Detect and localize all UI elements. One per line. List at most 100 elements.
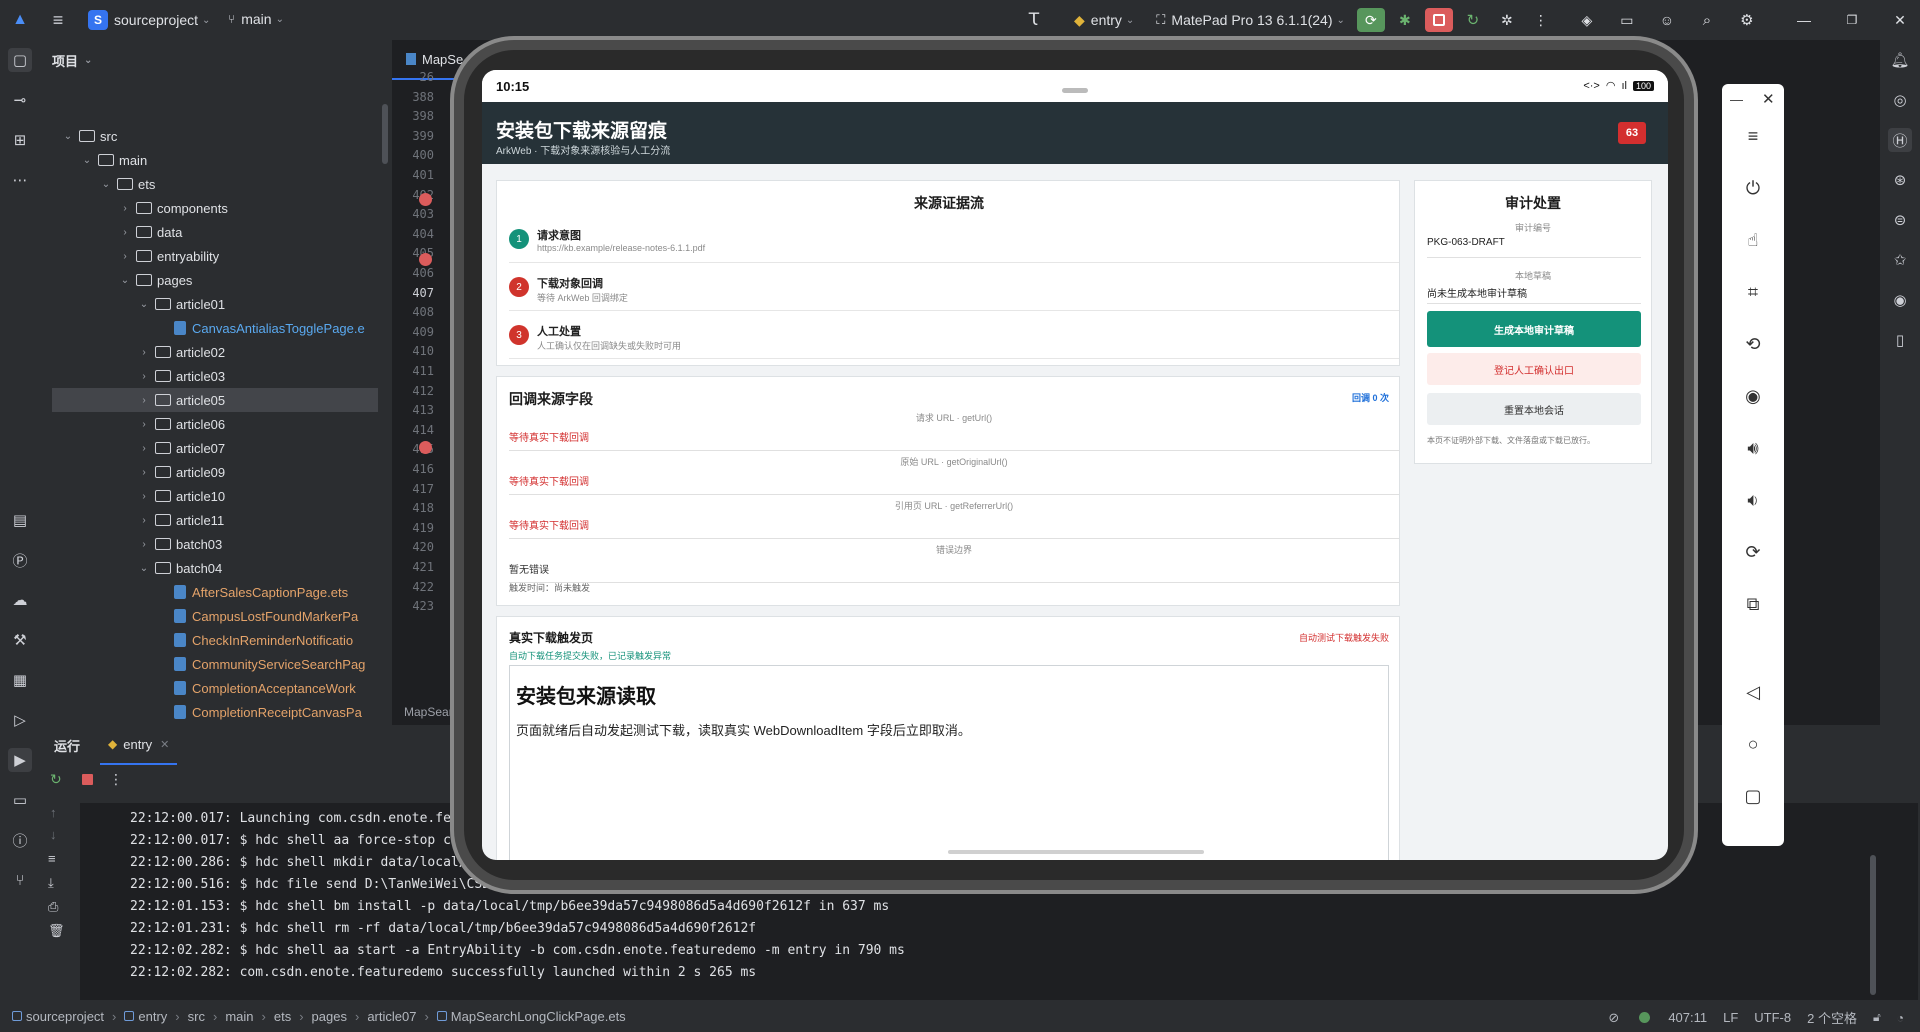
ai-assist-icon[interactable]: ◈ bbox=[1573, 8, 1601, 32]
breakpoint-icon[interactable] bbox=[419, 193, 432, 206]
tree-folder[interactable]: › article05 bbox=[52, 388, 378, 412]
run-config-selector[interactable]: ◆ entry ⌄ bbox=[1074, 12, 1134, 29]
tree-folder[interactable]: › article11 bbox=[52, 508, 378, 532]
tree-file[interactable]: CheckInReminderNotificatio bbox=[52, 628, 378, 652]
run-panel-icon[interactable]: ▶ bbox=[8, 748, 32, 772]
chevron-right-icon[interactable]: › bbox=[137, 467, 151, 478]
ai-icon[interactable]: ◎ bbox=[1888, 88, 1912, 112]
clear-trash-icon[interactable]: 🗑︎ bbox=[48, 923, 65, 939]
breadcrumb-item[interactable]: pages bbox=[312, 1009, 347, 1024]
device-manager-icon[interactable]: ▭ bbox=[1613, 8, 1641, 32]
database-icon[interactable]: ▤ bbox=[8, 508, 32, 532]
line-separator[interactable]: LF bbox=[1723, 1010, 1738, 1025]
chevron-right-icon[interactable]: › bbox=[137, 395, 151, 406]
debug-icon[interactable]: ✱ bbox=[1391, 8, 1419, 32]
manual-confirm-button[interactable]: 登记人工确认出口 bbox=[1427, 353, 1641, 385]
tree-file[interactable]: CanvasAntialiasTogglePage.e bbox=[52, 316, 378, 340]
tree-folder[interactable]: › article02 bbox=[52, 340, 378, 364]
git-icon[interactable]: ⑂ bbox=[8, 868, 32, 892]
tree-folder[interactable]: ⌄ pages bbox=[52, 268, 378, 292]
terminal-icon[interactable]: ▭ bbox=[8, 788, 32, 812]
settings-gear-icon[interactable]: ⚙ bbox=[1733, 8, 1761, 32]
generate-draft-button[interactable]: 生成本地审计草稿 bbox=[1427, 311, 1641, 347]
rerun-icon[interactable]: ⟳ bbox=[1356, 8, 1385, 32]
branch-selector[interactable]: ⑂ main ⌄ bbox=[228, 11, 284, 27]
record-icon[interactable]: ◉ bbox=[1741, 384, 1765, 408]
device-selector[interactable]: ⛶ MatePad Pro 13 6.1.1(24) ⌄ bbox=[1156, 12, 1345, 28]
chevron-down-icon[interactable]: ⌄ bbox=[118, 275, 132, 286]
project-folder-icon[interactable]: ▢ bbox=[8, 48, 32, 72]
device-screen[interactable]: 10:15 <·> ◠ ıl 100 安装包下载来源留痕 ArkWeb · 下载… bbox=[482, 70, 1668, 860]
profiler-icon[interactable]: ✲ bbox=[1493, 8, 1521, 32]
services-icon[interactable]: ☁ bbox=[8, 588, 32, 612]
rerun-icon[interactable]: ↻ bbox=[50, 771, 74, 788]
chevron-right-icon[interactable]: › bbox=[137, 371, 151, 382]
console-scrollbar[interactable] bbox=[1870, 855, 1876, 995]
stop-icon[interactable] bbox=[82, 774, 93, 785]
plugin-icon[interactable]: ⊛ bbox=[1888, 168, 1912, 192]
chevron-right-icon[interactable]: › bbox=[118, 203, 132, 214]
chevron-right-icon[interactable]: › bbox=[137, 539, 151, 550]
volume-up-icon[interactable]: 🔊︎ bbox=[1741, 436, 1765, 460]
tree-folder[interactable]: › article09 bbox=[52, 460, 378, 484]
apply-changes-icon[interactable]: ↻ bbox=[1459, 8, 1487, 32]
tree-file[interactable]: CommunityServiceSearchPag bbox=[52, 652, 378, 676]
breadcrumb-item[interactable]: main bbox=[225, 1009, 253, 1024]
print-icon[interactable]: ⎙ bbox=[48, 899, 58, 915]
home-indicator[interactable] bbox=[948, 850, 1204, 854]
minimize-icon[interactable]: — bbox=[1730, 92, 1743, 107]
chevron-right-icon[interactable]: › bbox=[137, 347, 151, 358]
tree-folder[interactable]: › data bbox=[52, 220, 378, 244]
indent-setting[interactable]: 2 个空格 bbox=[1807, 1008, 1857, 1027]
chevron-down-icon[interactable]: ⌄ bbox=[137, 563, 151, 574]
minimize-icon[interactable]: — bbox=[1790, 8, 1818, 32]
soft-wrap-icon[interactable]: ≡ bbox=[48, 851, 56, 866]
tree-file[interactable]: CompletionReceiptCanvasPa bbox=[52, 700, 378, 724]
tree-folder[interactable]: › article07 bbox=[52, 436, 378, 460]
back-icon[interactable]: ◁ bbox=[1741, 680, 1765, 704]
build-hammer-icon[interactable]: ⚒ bbox=[8, 628, 32, 652]
chevron-down-icon[interactable]: ⌄ bbox=[80, 155, 94, 166]
tree-folder[interactable]: › batch03 bbox=[52, 532, 378, 556]
chevron-right-icon[interactable]: › bbox=[118, 227, 132, 238]
webview[interactable]: 安装包来源读取 页面就绪后自动发起测试下载，读取真实 WebDownloadIt… bbox=[509, 665, 1389, 860]
tree-file[interactable]: CampusLostFoundMarkerPa bbox=[52, 604, 378, 628]
rotate-icon[interactable]: ⟲ bbox=[1741, 332, 1765, 356]
breadcrumb-item[interactable]: ets bbox=[274, 1009, 291, 1024]
main-menu-icon[interactable]: ≡ bbox=[46, 8, 70, 32]
search-icon[interactable]: ⌕ bbox=[1693, 8, 1721, 32]
project-panel-header[interactable]: 项目 ⌄ bbox=[40, 40, 392, 80]
project-selector[interactable]: S sourceproject ⌄ bbox=[88, 10, 210, 30]
harmony-icon[interactable]: Ⓗ bbox=[1888, 128, 1912, 152]
problems-icon[interactable]: ⓘ bbox=[8, 828, 32, 852]
chevron-right-icon[interactable]: › bbox=[118, 251, 132, 262]
chevron-right-icon[interactable]: › bbox=[137, 515, 151, 526]
commit-icon[interactable]: ⊸ bbox=[8, 88, 32, 112]
close-tab-icon[interactable]: ✕ bbox=[160, 738, 169, 751]
log-icon[interactable]: ▦ bbox=[8, 668, 32, 692]
tree-folder[interactable]: › article10 bbox=[52, 484, 378, 508]
file-encoding[interactable]: UTF-8 bbox=[1754, 1010, 1791, 1025]
chevron-right-icon[interactable]: › bbox=[137, 491, 151, 502]
account-icon[interactable]: ☺ bbox=[1653, 8, 1681, 32]
tree-folder[interactable]: › article06 bbox=[52, 412, 378, 436]
tab-entry[interactable]: ◆ entry ✕ bbox=[100, 725, 178, 765]
scroll-up-icon[interactable]: ↑ bbox=[50, 805, 57, 820]
tree-scrollbar[interactable] bbox=[382, 104, 388, 164]
profiler-p-icon[interactable]: Ⓟ bbox=[8, 548, 32, 572]
tree-folder[interactable]: ⌄ ets bbox=[52, 172, 378, 196]
chevron-right-icon[interactable]: › bbox=[137, 443, 151, 454]
tree-folder[interactable]: ⌄ src bbox=[52, 124, 378, 148]
reset-session-button[interactable]: 重置本地会话 bbox=[1427, 393, 1641, 425]
home-icon[interactable]: ○ bbox=[1741, 732, 1765, 756]
preview-eye-icon[interactable]: ◉ bbox=[1888, 288, 1912, 312]
no-inspection-icon[interactable]: ⊘ bbox=[1608, 1010, 1619, 1026]
menu-icon[interactable]: ≡ bbox=[1741, 124, 1765, 148]
structure-icon[interactable]: ⊞ bbox=[8, 128, 32, 152]
notifications-bell-icon[interactable]: 🔔︎ bbox=[1888, 48, 1912, 72]
format-icon[interactable]: Ꚍ bbox=[1020, 8, 1048, 32]
breakpoint-icon[interactable] bbox=[419, 253, 432, 266]
crop-icon[interactable]: ⌗ bbox=[1741, 280, 1765, 304]
lock-icon[interactable]: 🔓︎ bbox=[1873, 1010, 1881, 1025]
debugger-icon[interactable]: ▷ bbox=[8, 708, 32, 732]
